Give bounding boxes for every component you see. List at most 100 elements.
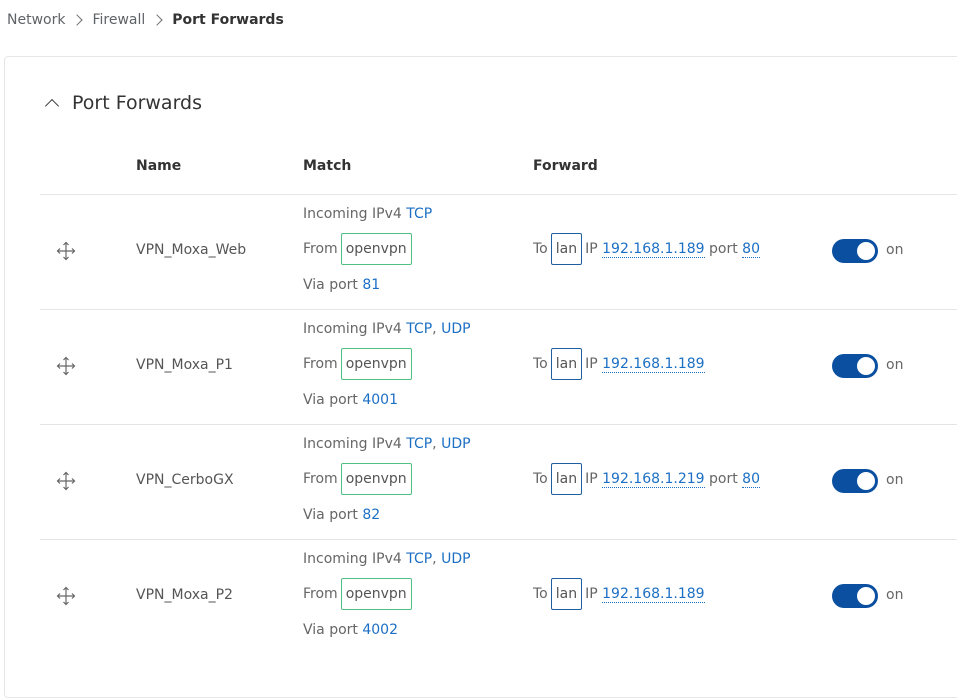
- table-row: VPN_Moxa_P2 Incoming IPv4 TCP, UDP From ope…: [0, 539, 957, 654]
- breadcrumb: Network Firewall Port Forwards: [7, 12, 284, 28]
- from-label: From: [303, 241, 338, 257]
- via-port-label: Via port: [303, 392, 358, 408]
- forward-target: To lan IP 192.168.1.189: [533, 348, 705, 380]
- breadcrumb-current: Port Forwards: [172, 12, 284, 28]
- table-row: VPN_Moxa_P1 Incoming IPv4 TCP, UDP From ope…: [0, 309, 957, 424]
- enable-toggle[interactable]: [832, 354, 878, 378]
- zone-badge-to: lan: [550, 463, 583, 495]
- separator-comma: ,: [432, 436, 437, 452]
- match-via-port: Via port 82: [303, 507, 380, 523]
- toggle-knob: [857, 242, 875, 260]
- to-label: To: [533, 356, 548, 372]
- protocol-link[interactable]: UDP: [441, 436, 470, 452]
- breadcrumb-network[interactable]: Network: [7, 12, 65, 28]
- drag-handle-icon[interactable]: [56, 356, 76, 376]
- via-port-link[interactable]: 81: [362, 277, 380, 293]
- match-via-port: Via port 4002: [303, 622, 398, 638]
- zone-badge-to: lan: [550, 348, 583, 380]
- forward-target: To lan IP 192.168.1.189 port 80: [533, 233, 760, 265]
- separator-comma: ,: [432, 551, 437, 567]
- protocol-link[interactable]: TCP: [406, 206, 432, 222]
- match-via-port: Via port 4001: [303, 392, 398, 408]
- toggle-state-label: on: [886, 357, 904, 373]
- drag-handle-icon[interactable]: [56, 471, 76, 491]
- match-from: From openvpn: [303, 463, 412, 495]
- zone-badge-from: openvpn: [340, 578, 412, 610]
- rule-name: VPN_Moxa_P2: [136, 587, 233, 603]
- rule-name: VPN_CerboGX: [136, 472, 234, 488]
- toggle-knob: [857, 472, 875, 490]
- protocol-link[interactable]: TCP: [406, 436, 432, 452]
- drag-handle-icon[interactable]: [56, 586, 76, 606]
- toggle-state-label: on: [886, 587, 904, 603]
- breadcrumb-firewall[interactable]: Firewall: [92, 12, 145, 28]
- from-label: From: [303, 586, 338, 602]
- enable-toggle[interactable]: [832, 239, 878, 263]
- chevron-up-icon: [44, 98, 60, 114]
- protocol-link[interactable]: TCP: [406, 321, 432, 337]
- forward-target: To lan IP 192.168.1.219 port 80: [533, 463, 760, 495]
- match-via-port: Via port 81: [303, 277, 380, 293]
- protocol-link[interactable]: UDP: [441, 321, 470, 337]
- match-from: From openvpn: [303, 578, 412, 610]
- dest-port-link[interactable]: 80: [742, 471, 760, 488]
- rule-name: VPN_Moxa_P1: [136, 357, 233, 373]
- from-label: From: [303, 471, 338, 487]
- column-header-match: Match: [303, 158, 352, 174]
- ip-link[interactable]: 192.168.1.189: [602, 241, 705, 258]
- to-label: To: [533, 241, 548, 257]
- port-label: port: [709, 471, 738, 487]
- table-row: VPN_CerboGX Incoming IPv4 TCP, UDP From ope…: [0, 424, 957, 539]
- incoming-label: Incoming IPv4: [303, 436, 402, 452]
- column-header-forward: Forward: [533, 158, 598, 174]
- section-title: Port Forwards: [72, 92, 203, 114]
- zone-badge-to: lan: [550, 233, 583, 265]
- section-toggle[interactable]: Port Forwards: [42, 92, 202, 114]
- via-port-label: Via port: [303, 507, 358, 523]
- match-incoming: Incoming IPv4 TCP, UDP: [303, 551, 471, 567]
- via-port-link[interactable]: 4002: [362, 622, 398, 638]
- column-header-name: Name: [136, 158, 182, 174]
- rule-name: VPN_Moxa_Web: [136, 242, 247, 258]
- via-port-label: Via port: [303, 622, 358, 638]
- incoming-label: Incoming IPv4: [303, 321, 402, 337]
- to-label: To: [533, 471, 548, 487]
- enable-toggle[interactable]: [832, 584, 878, 608]
- match-from: From openvpn: [303, 348, 412, 380]
- toggle-knob: [857, 587, 875, 605]
- separator-comma: ,: [432, 321, 437, 337]
- chevron-right-icon: [151, 14, 163, 26]
- dest-port-link[interactable]: 80: [742, 241, 760, 258]
- via-port-label: Via port: [303, 277, 358, 293]
- drag-handle-icon[interactable]: [56, 241, 76, 261]
- to-label: To: [533, 586, 548, 602]
- ip-link[interactable]: 192.168.1.189: [602, 356, 705, 373]
- toggle-knob: [857, 357, 875, 375]
- ip-link[interactable]: 192.168.1.189: [602, 586, 705, 603]
- incoming-label: Incoming IPv4: [303, 551, 402, 567]
- ip-label: IP: [585, 356, 598, 372]
- table-row: VPN_Moxa_Web Incoming IPv4 TCP From openvpn…: [0, 194, 957, 309]
- zone-badge-from: openvpn: [340, 463, 412, 495]
- incoming-label: Incoming IPv4: [303, 206, 402, 222]
- toggle-state-label: on: [886, 472, 904, 488]
- enable-toggle[interactable]: [832, 469, 878, 493]
- via-port-link[interactable]: 4001: [362, 392, 398, 408]
- match-incoming: Incoming IPv4 TCP, UDP: [303, 321, 471, 337]
- ip-link[interactable]: 192.168.1.219: [602, 471, 705, 488]
- match-incoming: Incoming IPv4 TCP: [303, 206, 432, 222]
- ip-label: IP: [585, 586, 598, 602]
- protocol-link[interactable]: UDP: [441, 551, 470, 567]
- match-from: From openvpn: [303, 233, 412, 265]
- zone-badge-to: lan: [550, 578, 583, 610]
- match-incoming: Incoming IPv4 TCP, UDP: [303, 436, 471, 452]
- ip-label: IP: [585, 471, 598, 487]
- zone-badge-from: openvpn: [340, 233, 412, 265]
- via-port-link[interactable]: 82: [362, 507, 380, 523]
- toggle-state-label: on: [886, 242, 904, 258]
- forward-target: To lan IP 192.168.1.189: [533, 578, 705, 610]
- chevron-right-icon: [71, 14, 84, 26]
- protocol-link[interactable]: TCP: [406, 551, 432, 567]
- ip-label: IP: [585, 241, 598, 257]
- port-label: port: [709, 241, 738, 257]
